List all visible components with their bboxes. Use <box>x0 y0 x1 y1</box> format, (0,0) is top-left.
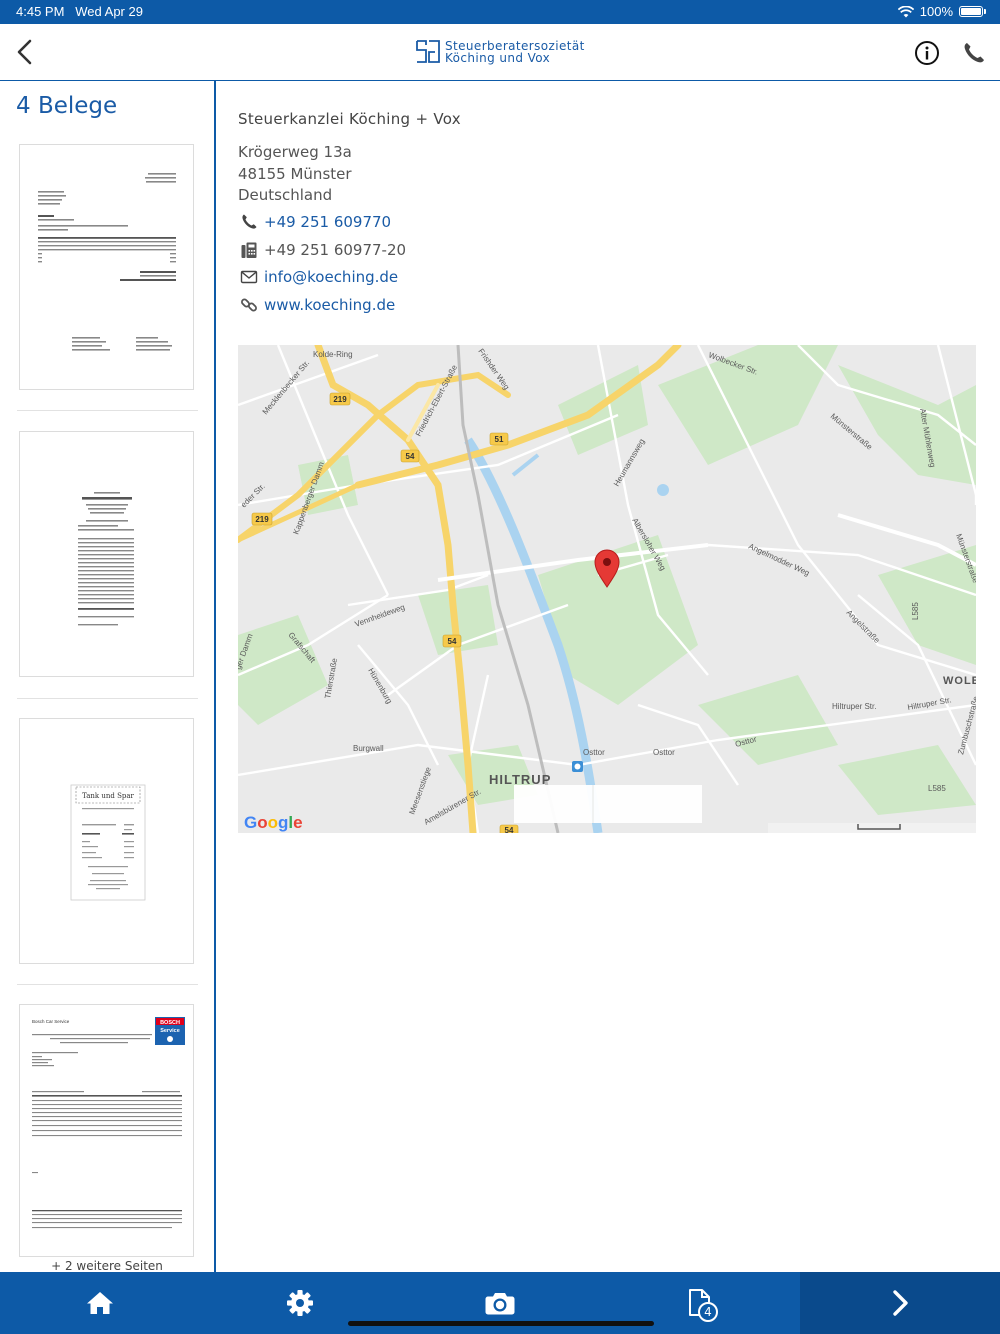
office-city: 48155 Münster <box>238 164 352 183</box>
office-street: Krögerweg 13a <box>238 143 352 161</box>
logo-mark-icon <box>416 40 440 63</box>
receipt-thumbnail-2[interactable] <box>19 431 194 677</box>
receipt-thumbnail-3[interactable]: Tank und Spar <box>19 718 194 964</box>
bosch-invoice-heading: Bosch Car Service <box>32 1019 70 1024</box>
thumbnail-divider <box>17 698 198 699</box>
web-row[interactable]: www.koeching.de <box>238 291 978 319</box>
documents-count-badge: 4 <box>698 1302 718 1322</box>
map-district-hiltrup: HILTRUP <box>489 772 551 787</box>
phone-icon[interactable] <box>961 40 987 66</box>
map-label: Friedrich-Ebert-Straße <box>414 363 460 438</box>
chevron-right-icon <box>893 1290 908 1316</box>
map-label: Osttor <box>583 748 605 757</box>
navigation-bar: Steuerberatersozietät Köching und Vox <box>0 24 1000 81</box>
svg-text:BOSCH: BOSCH <box>160 1020 180 1026</box>
map-label: Thierstraße <box>323 657 339 699</box>
home-icon <box>87 1292 113 1314</box>
battery-icon <box>959 6 983 17</box>
phone-icon <box>242 214 257 229</box>
link-icon <box>241 298 257 312</box>
map-label: Kolde-Ring <box>313 350 353 359</box>
map-label: Osttor <box>653 748 675 757</box>
status-time: 4:45 PM Wed Apr 29 <box>16 4 143 19</box>
status-bar: 4:45 PM Wed Apr 29 100% <box>0 0 1000 24</box>
back-chevron-icon[interactable] <box>10 36 42 68</box>
map-label: Meesenstiege <box>407 765 433 815</box>
phone-row[interactable]: +49 251 609770 <box>238 209 978 237</box>
map-label: eder Str. <box>239 482 267 510</box>
fax-icon <box>241 242 257 258</box>
map-label: L585 <box>928 784 946 793</box>
map-label: L585 <box>911 602 920 620</box>
map-district-wolbeck: WOLB <box>943 675 976 687</box>
route-54-label: 54 <box>505 826 514 833</box>
logo-line-2: Köching und Vox <box>445 51 551 65</box>
battery-percent: 100% <box>919 4 953 19</box>
receipt-thumbnail-1[interactable] <box>19 144 194 390</box>
map-label: Angelstraße <box>845 608 882 645</box>
map-label: Hiltruper Str. <box>832 702 876 711</box>
map-label: Vennheideweg <box>354 602 406 628</box>
tank-und-spar-receipt-preview: Tank und Spar <box>70 784 146 901</box>
status-right: 100% <box>897 4 986 19</box>
svg-text:Service: Service <box>160 1028 180 1034</box>
receipts-sidebar: 4 Belege Tank und Spar Bosch Car Service… <box>0 81 216 1272</box>
office-details: Steuerkanzlei Köching + Vox Krögerweg 13… <box>238 110 978 319</box>
fax-row: +49 251 60977-20 <box>238 236 978 264</box>
google-logo: Google <box>244 813 303 832</box>
envelope-icon <box>240 271 258 284</box>
tab-home[interactable] <box>0 1272 200 1334</box>
route-54-label: 54 <box>448 637 457 646</box>
route-219-label: 219 <box>255 515 269 524</box>
office-country: Deutschland <box>238 186 333 204</box>
receipts-count-title: 4 Belege <box>16 93 118 119</box>
restaurant-receipt-preview <box>78 492 134 626</box>
camera-icon <box>485 1293 515 1315</box>
invoice-preview <box>38 173 176 351</box>
route-51-label: 51 <box>495 435 504 444</box>
info-icon[interactable] <box>914 40 940 66</box>
tab-next[interactable] <box>800 1272 1000 1334</box>
route-54-label: 54 <box>406 452 415 461</box>
receipt-thumbnail-4[interactable]: Bosch Car Service BOSCH Service <box>19 1004 194 1257</box>
wifi-icon <box>897 5 914 17</box>
thumbnail-divider <box>17 984 198 985</box>
home-indicator <box>348 1321 654 1326</box>
map-label: Zumbuschstraße <box>956 695 976 756</box>
phone-link[interactable]: +49 251 609770 <box>264 213 391 231</box>
website-link[interactable]: www.koeching.de <box>264 296 395 314</box>
email-link[interactable]: info@koeching.de <box>264 268 398 286</box>
map-label: Münsterstraße <box>829 412 875 452</box>
location-map[interactable]: 219 219 54 51 54 54 Kolde-Ring Mecklenbe… <box>238 345 976 833</box>
map-label: Angelmodder Weg <box>747 542 811 578</box>
more-pages-label: + 2 weitere Seiten <box>51 1259 163 1272</box>
fax-number: +49 251 60977-20 <box>264 240 407 259</box>
email-row[interactable]: info@koeching.de <box>238 264 978 292</box>
office-name: Steuerkanzlei Köching + Vox <box>238 110 461 128</box>
status-date: Wed Apr 29 <box>75 4 143 19</box>
route-219-label: 219 <box>333 395 347 404</box>
gear-icon <box>287 1290 313 1316</box>
bosch-invoice-preview: Bosch Car Service BOSCH Service <box>32 1017 185 1229</box>
thumbnail-divider <box>17 410 198 411</box>
map-label: Burgwall <box>353 744 384 753</box>
firm-logo: Steuerberatersozietät Köching und Vox <box>415 37 585 67</box>
tank-und-spar-heading: Tank und Spar <box>82 792 134 800</box>
